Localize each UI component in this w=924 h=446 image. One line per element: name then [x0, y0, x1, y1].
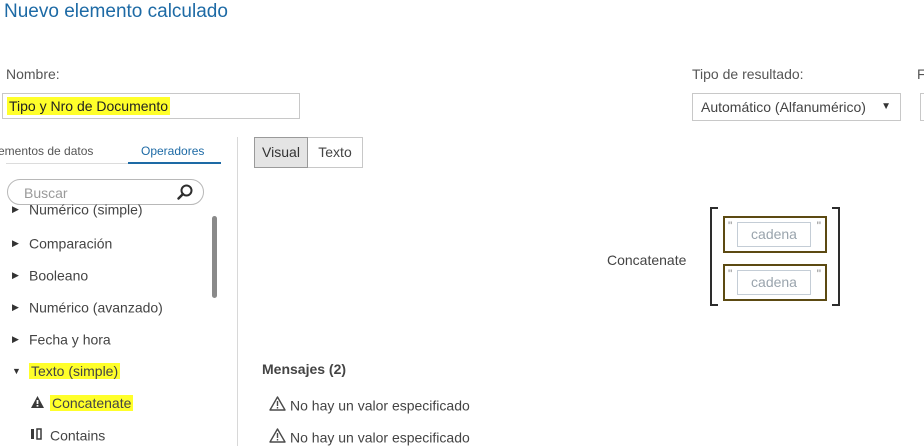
contains-icon	[30, 427, 50, 444]
messages-title: Mensajes (2)	[262, 361, 347, 377]
tab-data-items[interactable]: ementos de datos	[0, 144, 93, 158]
search-input[interactable]: Buscar	[7, 179, 204, 205]
warning-icon	[269, 396, 286, 414]
warning-icon	[269, 428, 286, 446]
tree-item-numeric-simple[interactable]: ▶ Numérico (simple)	[12, 204, 143, 217]
warning-triangle-icon	[30, 395, 50, 412]
string-argument-input[interactable]: cadena	[737, 222, 811, 247]
tree-scrollbar-thumb[interactable]	[212, 216, 217, 298]
tree-item-comparison[interactable]: ▶ Comparación	[12, 234, 112, 251]
search-placeholder: Buscar	[24, 185, 68, 201]
page-title: Nuevo elemento calculado	[4, 1, 228, 22]
chevron-down-icon: ▼	[12, 366, 21, 377]
active-tab-indicator	[128, 162, 221, 164]
tree-item-date-time[interactable]: ▶ Fecha y hora	[12, 330, 111, 347]
chevron-right-icon: ▶	[12, 333, 19, 344]
quote-open-icon: "	[728, 219, 733, 233]
operator-concatenate[interactable]: Concatenate	[30, 394, 134, 412]
string-argument-input[interactable]: cadena	[737, 270, 811, 295]
quote-close-icon: "	[816, 267, 821, 281]
operator-tree: ▶ Numérico (simple) ▶ Comparación ▶ Boolean…	[0, 204, 210, 446]
expression-operator-label: Concatenate	[607, 252, 687, 268]
tree-item-numeric-advanced[interactable]: ▶ Numérico (avanzado)	[12, 298, 163, 315]
chevron-right-icon: ▶	[12, 269, 19, 280]
expression-argument-slot[interactable]: " cadena "	[723, 264, 827, 301]
chevron-right-icon: ▶	[12, 237, 19, 248]
right-bracket	[832, 207, 840, 306]
name-input[interactable]: Tipo y Nro de Documento	[2, 93, 300, 119]
panel-divider	[237, 137, 238, 446]
result-type-select[interactable]: Automático (Alfanumérico) ▼	[692, 93, 901, 121]
chevron-right-icon: ▶	[12, 204, 19, 214]
tab-operators[interactable]: Operadores	[131, 144, 214, 158]
left-bracket	[710, 207, 718, 306]
chevron-right-icon: ▶	[12, 301, 19, 312]
caret-down-icon: ▼	[881, 101, 891, 112]
tree-item-text-simple[interactable]: ▼ Texto (simple)	[12, 362, 121, 380]
quote-close-icon: "	[816, 219, 821, 233]
message-item: No hay un valor especificado	[269, 428, 470, 446]
name-label: Nombre:	[6, 66, 60, 82]
tree-item-boolean[interactable]: ▶ Booleano	[12, 266, 88, 283]
visual-mode-button[interactable]: Visual	[254, 137, 308, 168]
operator-contains[interactable]: Contains	[30, 426, 105, 444]
message-item: No hay un valor especificado	[269, 396, 470, 414]
result-type-label: Tipo de resultado:	[692, 66, 804, 82]
truncated-field[interactable]	[920, 93, 924, 121]
result-type-value: Automático (Alfanumérico)	[701, 99, 866, 115]
search-icon[interactable]	[177, 184, 193, 205]
truncated-label: F	[917, 66, 924, 82]
name-input-value: Tipo y Nro de Documento	[7, 97, 170, 115]
quote-open-icon: "	[728, 267, 733, 281]
expression-argument-slot[interactable]: " cadena "	[723, 216, 827, 253]
text-mode-button[interactable]: Texto	[308, 137, 363, 168]
